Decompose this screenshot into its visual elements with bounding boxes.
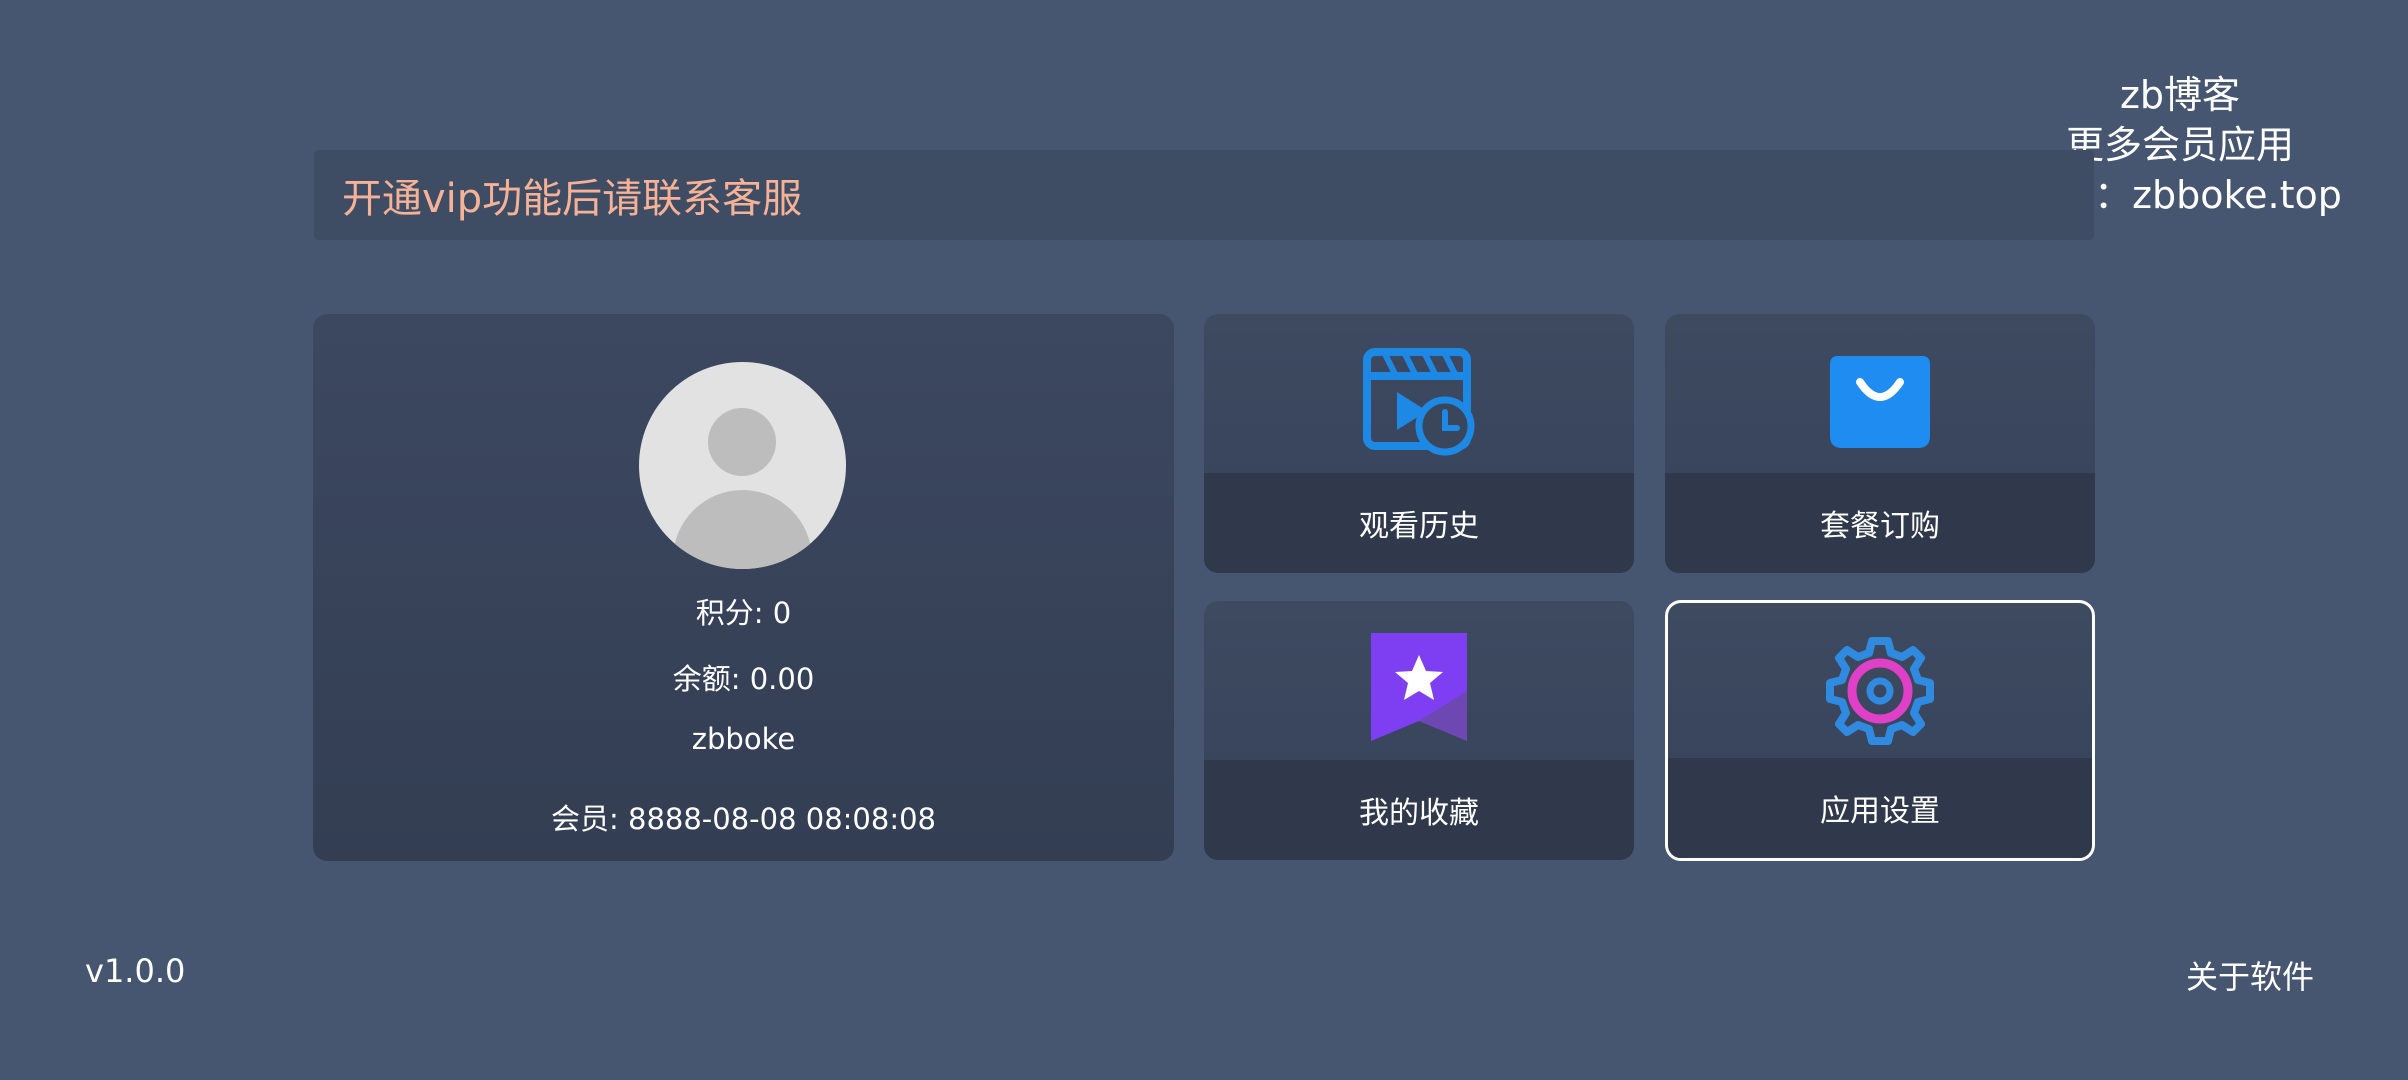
version-text: v1.0.0: [85, 952, 186, 990]
balance-text: 余额: 0.00: [672, 662, 815, 696]
app-settings-tile[interactable]: 应用设置: [1665, 600, 2095, 861]
gear-icon: [1818, 629, 1942, 753]
membership-expiry-text: 会员: 8888-08-08 08:08:08: [551, 802, 936, 836]
avatar-head: [708, 408, 776, 476]
my-favorites-label: 我的收藏: [1204, 760, 1634, 860]
my-favorites-tile[interactable]: 我的收藏: [1204, 601, 1634, 860]
avatar-body: [673, 490, 812, 569]
notice-bar: 开通vip功能后请联系客服: [314, 150, 2094, 240]
video-history-icon: [1357, 340, 1481, 464]
points-text: 积分: 0: [695, 596, 792, 630]
watermark-line-brand: zb博客: [2119, 73, 2241, 117]
package-purchase-label: 套餐订购: [1665, 473, 2095, 573]
about-software-button[interactable]: 关于软件: [2186, 952, 2314, 998]
notice-text: 开通vip功能后请联系客服: [342, 176, 803, 222]
user-avatar-icon: [639, 362, 846, 569]
app-settings-label: 应用设置: [1668, 758, 2092, 858]
shopping-bag-icon: [1818, 340, 1942, 464]
watch-history-label: 观看历史: [1204, 473, 1634, 573]
username-text: zbboke: [691, 722, 796, 756]
profile-card[interactable]: 积分: 0 余额: 0.00 zbboke 会员: 8888-08-08 08:…: [313, 314, 1174, 861]
bookmark-star-icon: [1357, 627, 1481, 751]
package-purchase-tile[interactable]: 套餐订购: [1665, 314, 2095, 573]
watch-history-tile[interactable]: 观看历史: [1204, 314, 1634, 573]
